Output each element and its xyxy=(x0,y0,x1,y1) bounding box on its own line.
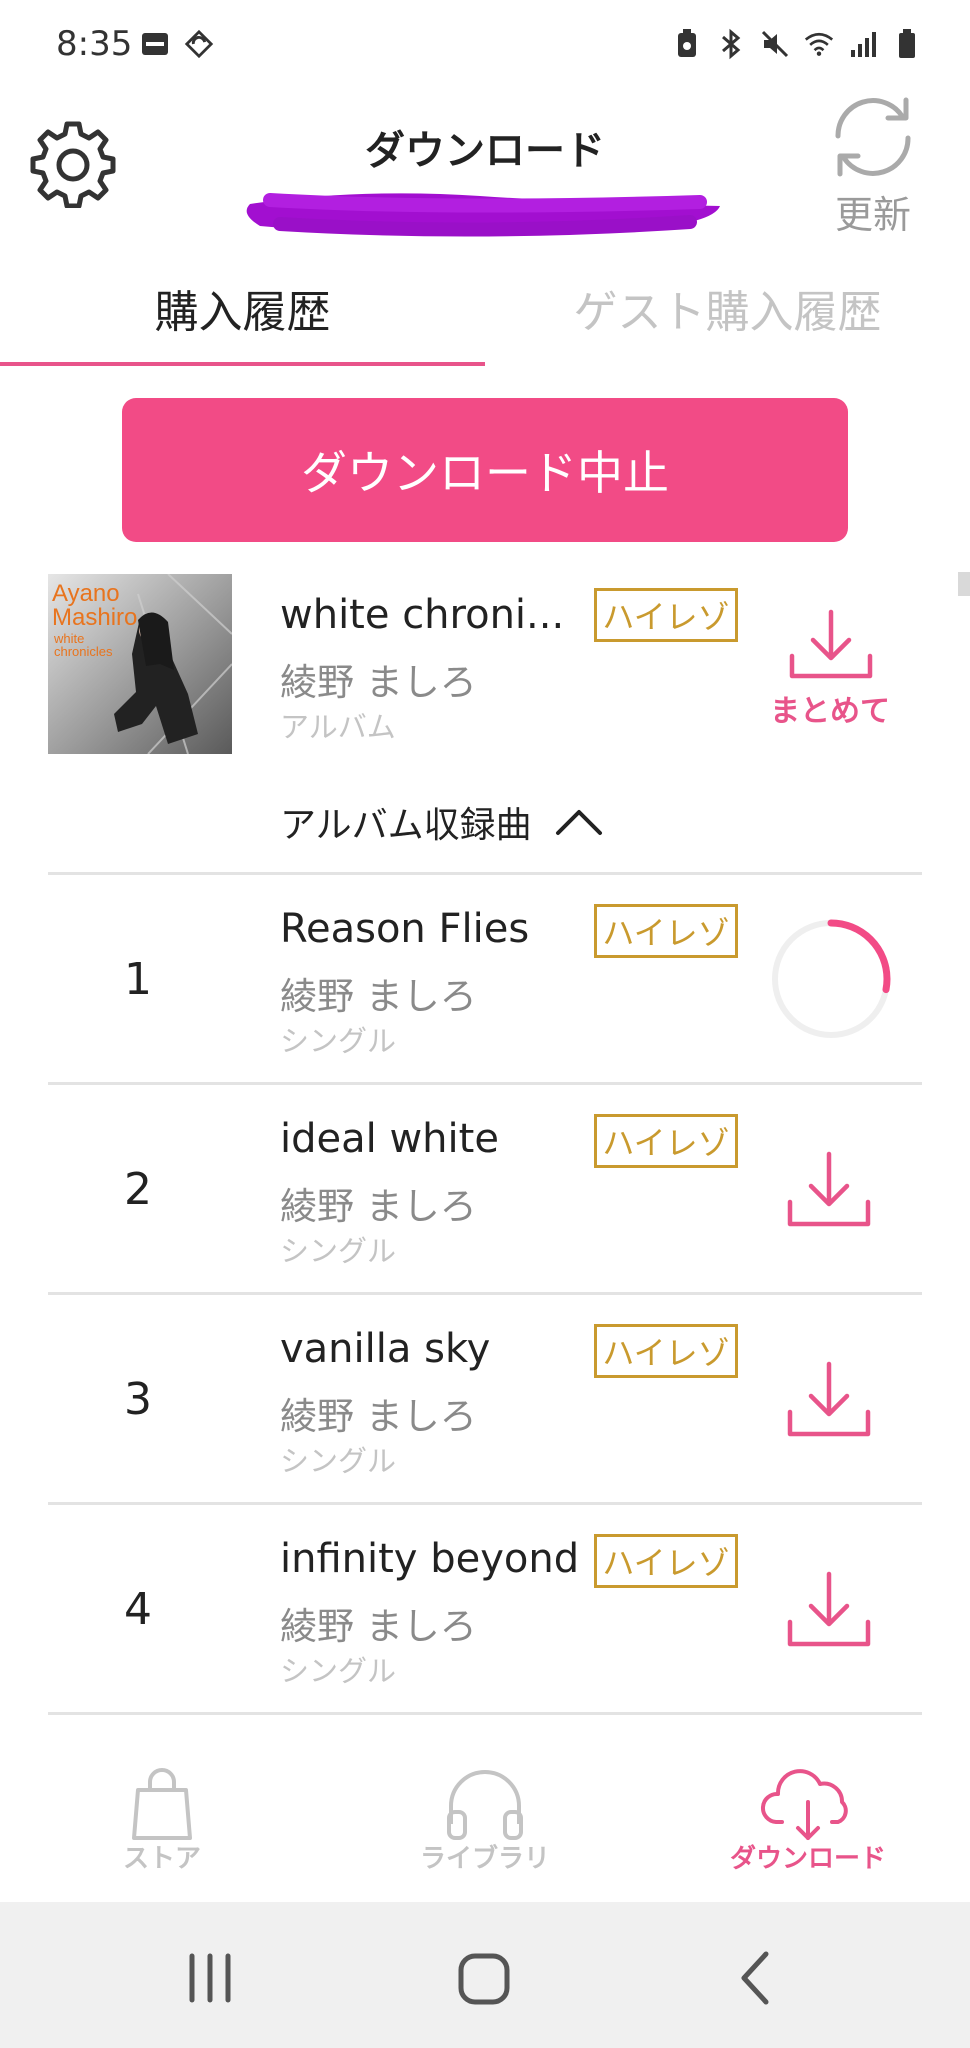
track-number: 4 xyxy=(124,1584,152,1635)
sync-app-icon xyxy=(184,28,214,60)
recent-apps-icon xyxy=(189,1953,231,2003)
track-type: シングル xyxy=(280,1654,397,1688)
bulk-download-button[interactable]: まとめて xyxy=(760,606,900,736)
hires-badge: ハイレゾ xyxy=(594,1534,738,1588)
track-type: シングル xyxy=(280,1234,397,1268)
download-button[interactable] xyxy=(784,1148,874,1232)
redacted-account-scribble xyxy=(240,182,730,246)
track-title: ideal white xyxy=(280,1116,499,1162)
nav-store-label: ストア xyxy=(122,1844,201,1874)
cover-artist-text: Ayano xyxy=(52,580,120,607)
system-nav-bar xyxy=(0,1902,970,2048)
divider xyxy=(48,1082,922,1085)
notification-app-icon xyxy=(140,28,170,60)
nav-download[interactable]: ダウンロード xyxy=(688,1740,928,1902)
wifi-icon xyxy=(804,28,834,60)
track-number: 2 xyxy=(124,1164,152,1215)
nav-download-label: ダウンロード xyxy=(729,1844,886,1874)
status-time: 8:35 xyxy=(56,24,133,64)
bulk-download-label: まとめて xyxy=(770,694,890,729)
track-artist: 綾野 ましろ xyxy=(280,1605,477,1648)
bottom-nav: ストア ライブラリ ダウンロード xyxy=(0,1740,970,1902)
app-root: 8:35 ダウンロード 更新 購入履歴 ゲスト購入履歴 ダウンロード中止 Aya… xyxy=(0,0,970,2048)
status-right-icons xyxy=(672,28,922,60)
track-artist: 綾野 ましろ xyxy=(280,1185,477,1228)
track-number: 3 xyxy=(124,1374,152,1425)
album-tracks-toggle-label: アルバム収録曲 xyxy=(280,805,532,846)
chevron-up-icon xyxy=(555,810,602,835)
album-tracks-toggle[interactable]: アルバム収録曲 xyxy=(280,796,604,848)
back-icon xyxy=(741,1951,769,2005)
nav-library[interactable]: ライブラリ xyxy=(365,1740,605,1902)
tab-indicator xyxy=(0,362,485,366)
home-button[interactable] xyxy=(445,1938,525,2018)
album-type: アルバム xyxy=(280,710,396,744)
divider xyxy=(48,1712,922,1715)
stop-download-button[interactable]: ダウンロード中止 xyxy=(122,398,848,542)
refresh-label: 更新 xyxy=(834,193,911,237)
hires-badge: ハイレゾ xyxy=(594,588,738,642)
refresh-icon xyxy=(835,97,911,177)
download-icon xyxy=(787,1151,871,1227)
download-icon xyxy=(789,609,873,679)
divider xyxy=(48,1292,922,1295)
download-icon xyxy=(787,1361,871,1437)
download-icon xyxy=(787,1571,871,1647)
signal-icon xyxy=(848,28,878,60)
track-title: Reason Flies xyxy=(280,906,530,952)
shopping-bag-icon xyxy=(132,1768,192,1840)
album-title: white chroni... xyxy=(280,592,565,638)
divider xyxy=(48,1502,922,1505)
album-artist: 綾野 ましろ xyxy=(280,661,477,704)
track-artist: 綾野 ましろ xyxy=(280,1395,477,1438)
track-title: vanilla sky xyxy=(280,1326,491,1372)
cloud-download-icon xyxy=(760,1769,848,1840)
cover-title-text-2: chronicles xyxy=(54,644,113,659)
track-artist: 綾野 ましろ xyxy=(280,975,477,1018)
track-title: infinity beyond xyxy=(280,1536,580,1582)
divider xyxy=(48,872,922,875)
tab-purchase-history[interactable]: 購入履歴 xyxy=(0,276,485,366)
track-type: シングル xyxy=(280,1024,397,1058)
status-bar: 8:35 xyxy=(0,0,970,92)
back-button[interactable] xyxy=(716,1938,796,2018)
download-button[interactable] xyxy=(784,1358,874,1442)
cover-artist-text-2: Mashiro xyxy=(52,604,138,631)
bluetooth-icon xyxy=(716,28,746,60)
battery-saver-icon xyxy=(672,28,702,60)
scrollbar-thumb[interactable] xyxy=(958,572,970,596)
download-button[interactable] xyxy=(784,1568,874,1652)
recent-apps-button[interactable] xyxy=(170,1938,250,2018)
hires-badge: ハイレゾ xyxy=(594,1324,738,1378)
status-left-icons xyxy=(140,28,214,60)
hires-badge: ハイレゾ xyxy=(594,1114,738,1168)
headphones-icon xyxy=(447,1770,523,1840)
album-cover[interactable]: Ayano Mashiro white chronicles xyxy=(48,574,232,754)
home-icon xyxy=(458,1953,510,2005)
nav-store[interactable]: ストア xyxy=(42,1740,282,1902)
download-progress-ring xyxy=(766,914,896,1044)
refresh-button[interactable]: 更新 xyxy=(808,92,938,237)
tab-guest-purchase-history[interactable]: ゲスト購入履歴 xyxy=(485,276,970,366)
track-number: 1 xyxy=(124,954,152,1005)
mute-icon xyxy=(760,28,790,60)
nav-library-label: ライブラリ xyxy=(419,1844,550,1874)
battery-icon xyxy=(892,28,922,60)
hires-badge: ハイレゾ xyxy=(594,904,738,958)
track-type: シングル xyxy=(280,1444,397,1478)
